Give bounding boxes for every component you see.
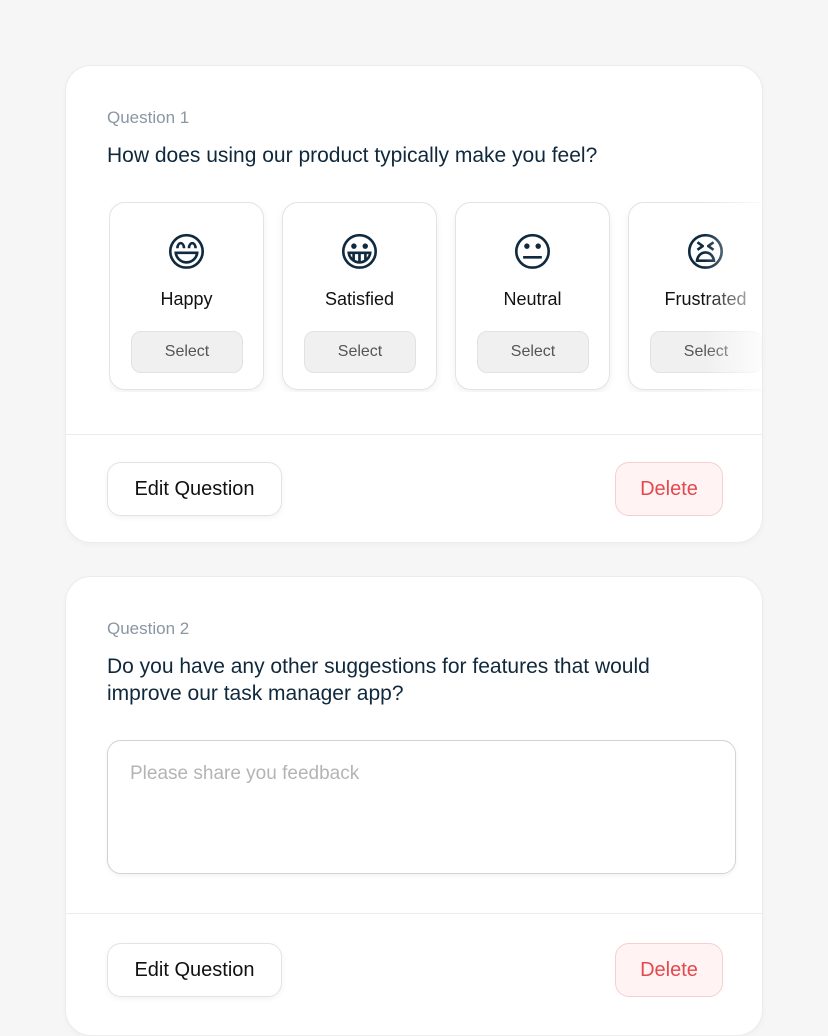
delete-button[interactable]: Delete [615, 462, 723, 516]
edit-question-button[interactable]: Edit Question [107, 943, 282, 997]
question-card-1: Question 1 How does using our product ty… [65, 65, 763, 543]
edit-question-button[interactable]: Edit Question [107, 462, 282, 516]
option-label: Frustrated [664, 289, 747, 309]
option-happy[interactable]: 😄 Happy Select [109, 202, 264, 390]
option-label: Satisfied [324, 289, 395, 309]
tired-face-icon: 😫 [684, 231, 727, 275]
smiling-face-icon: 😀 [338, 231, 381, 275]
question-number: Question 1 [107, 108, 190, 127]
option-satisfied[interactable]: 😀 Satisfied Select [282, 202, 437, 390]
option-label: Neutral [503, 289, 562, 309]
select-satisfied-button[interactable]: Select [304, 331, 416, 373]
option-neutral[interactable]: 😐 Neutral Select [455, 202, 610, 390]
question-text: Do you have any other suggestions for fe… [107, 655, 650, 705]
grinning-face-icon: 😄 [165, 231, 208, 275]
option-frustrated[interactable]: 😫 Frustrated Select [628, 202, 762, 390]
divider [66, 913, 762, 914]
select-frustrated-button[interactable]: Select [650, 331, 762, 373]
select-neutral-button[interactable]: Select [477, 331, 589, 373]
question-text: How does using our product typically mak… [107, 144, 598, 167]
option-label: Happy [160, 289, 213, 309]
emoji-options-row[interactable]: 😄 Happy Select 😀 Satisfied Select 😐 Neut… [109, 202, 762, 392]
question-card-2: Question 2 Do you have any other suggest… [65, 576, 763, 1036]
divider [66, 434, 762, 435]
select-happy-button[interactable]: Select [131, 331, 243, 373]
question-number: Question 2 [107, 619, 190, 638]
feedback-input[interactable] [107, 740, 736, 874]
neutral-face-icon: 😐 [511, 231, 554, 275]
delete-button[interactable]: Delete [615, 943, 723, 997]
